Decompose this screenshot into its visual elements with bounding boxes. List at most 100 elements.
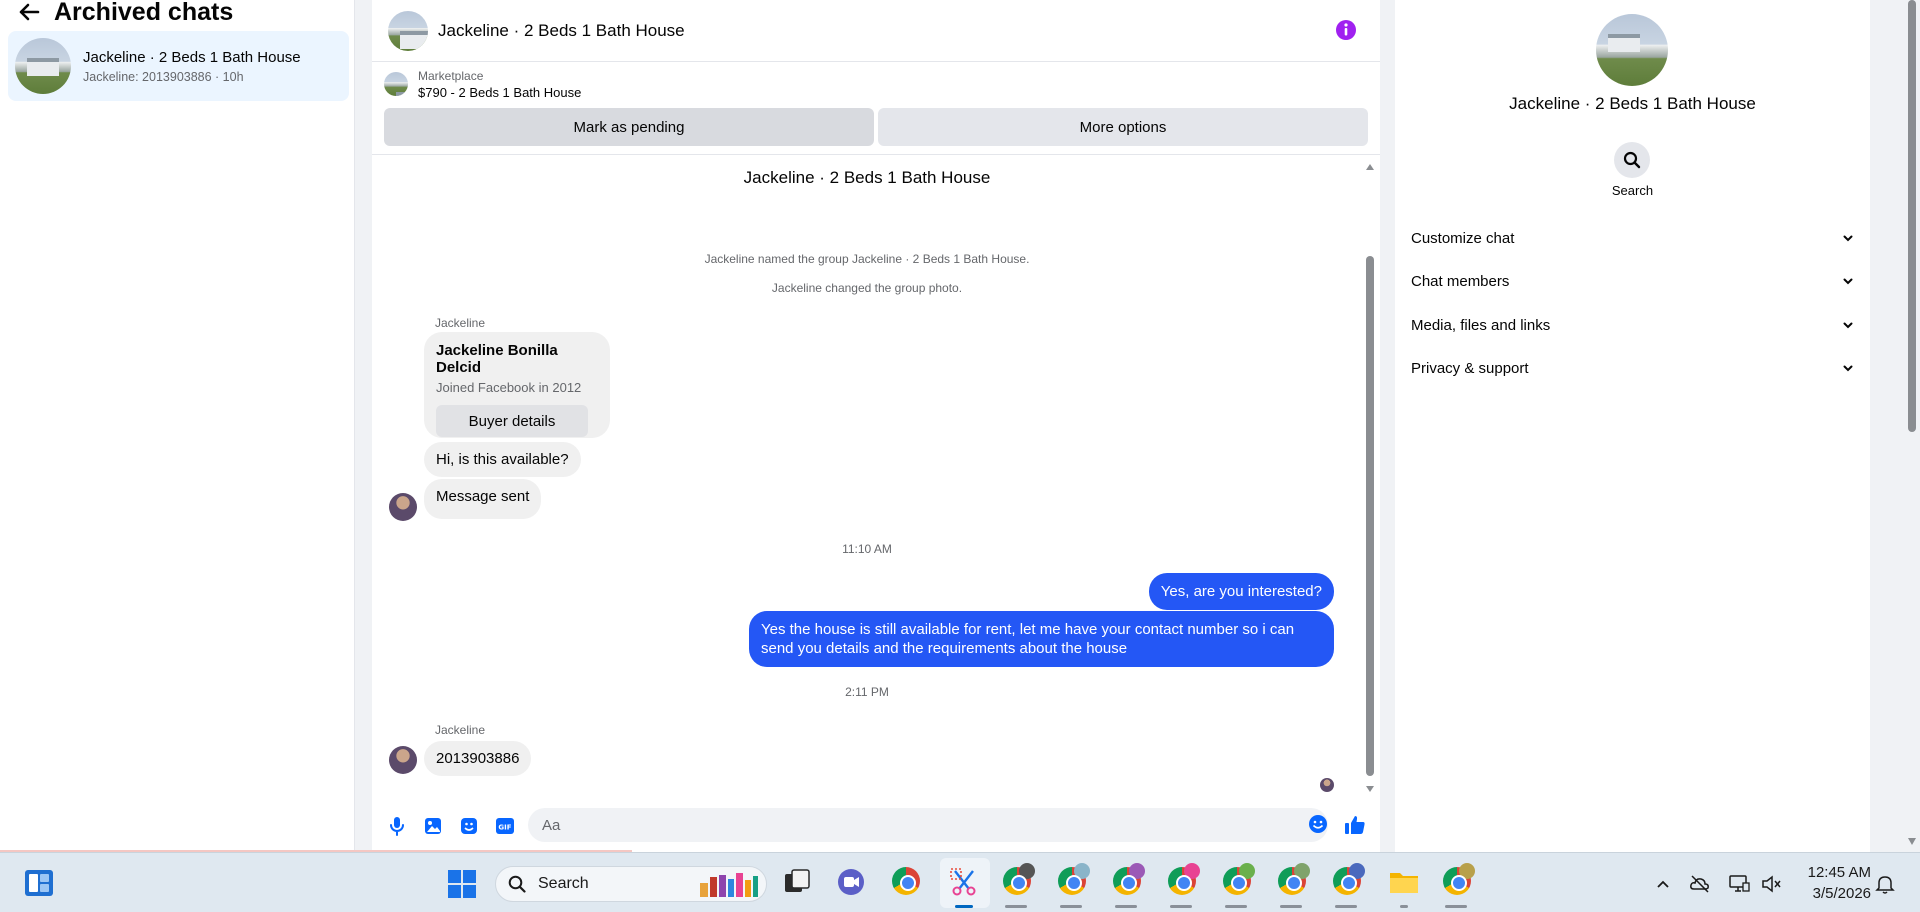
chevron-up-icon[interactable] [1652,873,1674,895]
chrome-profile-icon[interactable] [1058,863,1090,899]
taskbar-clock[interactable]: 12:45 AM 3/5/2026 [1795,862,1871,904]
search-icon [1623,151,1641,169]
chat-item-preview: Jackeline: 2013903886 · 10h [83,69,244,84]
search-icon [508,875,526,893]
taskbar-search-label: Search [538,875,589,892]
running-indicator [1060,905,1082,908]
network-icon[interactable] [1728,873,1750,895]
timestamp: 11:10 AM [842,542,892,556]
conversation-title[interactable]: Jackeline · 2 Beds 1 Bath House [438,21,685,41]
listing-title: $790 - 2 Beds 1 Bath House [418,84,582,100]
running-indicator [1280,905,1302,908]
chrome-profile-icon[interactable] [1168,863,1200,899]
page-scroll-thumb[interactable] [1908,0,1916,432]
archived-header: Archived chats [0,0,354,26]
read-receipt-avatar [1320,778,1334,792]
running-indicator [1400,905,1408,908]
gif-icon[interactable]: GIF [494,815,516,837]
system-message: Jackeline named the group Jackeline · 2 … [704,252,1030,266]
section-privacy-support[interactable]: Privacy & support [1411,348,1855,388]
scroll-thumb[interactable] [1366,256,1374,776]
file-explorer-icon[interactable] [1388,867,1420,899]
system-message: Jackeline changed the group photo. [771,281,963,295]
search-in-conversation-button[interactable] [1614,142,1650,178]
message-bubble-outgoing[interactable]: Yes the house is still available for ren… [749,611,1334,667]
more-options-button[interactable]: More options [878,108,1368,146]
section-label: Privacy & support [1411,359,1529,377]
chrome-icon[interactable] [892,867,924,899]
emoji-icon[interactable] [1308,814,1330,836]
message-composer: GIF [372,806,1380,846]
message-bubble-outgoing[interactable]: Yes, are you interested? [1148,573,1334,610]
message-bubble-incoming[interactable]: Message sent [424,479,542,519]
windows-start-icon[interactable] [447,869,477,899]
conversation-panel: Jackeline · 2 Beds 1 Bath House Marketpl… [372,0,1380,852]
page-scrollbar[interactable] [1904,0,1920,852]
notification-bell-icon[interactable] [1874,873,1896,895]
chat-profile-avatar [1596,14,1668,86]
section-label: Media, files and links [1411,316,1551,334]
chrome-profile-icon[interactable] [1003,863,1035,899]
photo-icon[interactable] [422,815,444,837]
message-bubble-incoming[interactable]: Hi, is this available? [424,442,581,477]
cloud-offline-icon[interactable] [1689,873,1711,895]
sender-avatar[interactable] [389,746,417,774]
chevron-down-icon [1843,322,1853,329]
snipping-tool-icon[interactable] [949,867,981,899]
running-indicator [1115,905,1137,908]
sticker-icon[interactable] [458,815,480,837]
message-input[interactable] [528,808,1328,842]
info-icon[interactable] [1335,19,1357,41]
thread-title: Jackeline · 2 Beds 1 Bath House [743,168,991,187]
back-arrow-icon[interactable] [18,0,44,24]
chrome-profile-icon[interactable] [1333,863,1365,899]
chevron-down-icon [1843,278,1853,285]
running-indicator [1225,905,1247,908]
listing-thumbnail [384,72,408,96]
windows-taskbar: Search 12:45 AM 3/5/2026 [0,852,1920,912]
sender-name: Jackeline [435,316,486,330]
section-media-files-links[interactable]: Media, files and links [1411,305,1855,345]
thumbs-up-icon[interactable] [1344,814,1368,838]
section-chat-members[interactable]: Chat members [1411,261,1855,301]
marketplace-listing[interactable]: Marketplace $790 - 2 Beds 1 Bath House [372,62,1380,106]
books-illustration-icon [700,873,758,897]
clock-date: 3/5/2026 [1812,885,1871,902]
chat-list-item[interactable]: Jackeline · 2 Beds 1 Bath House Jackelin… [8,31,349,101]
active-indicator [955,905,973,908]
section-customize-chat[interactable]: Customize chat [1411,218,1855,258]
chrome-profile-icon[interactable] [1223,863,1255,899]
archived-title: Archived chats [54,0,234,26]
message-scrollbar[interactable] [1364,160,1376,792]
running-indicator [1335,905,1357,908]
page-scroll-down-arrow[interactable] [1908,838,1916,845]
chrome-profile-icon[interactable] [1443,863,1475,899]
search-label: Search [1611,183,1654,198]
timestamp: 2:11 PM [845,685,889,699]
widgets-icon[interactable] [24,869,54,897]
volume-muted-icon[interactable] [1760,873,1782,895]
buyer-joined: Joined Facebook in 2012 [436,380,582,395]
mark-as-pending-button[interactable]: Mark as pending [384,108,874,146]
buyer-details-button[interactable]: Buyer details [436,405,588,437]
conversation-avatar[interactable] [388,10,428,51]
chrome-profile-icon[interactable] [1278,863,1310,899]
scroll-down-arrow[interactable] [1366,786,1374,792]
sender-avatar[interactable] [389,493,417,521]
svg-text:GIF: GIF [498,824,511,832]
running-indicator [1005,905,1027,908]
chat-info-panel: Jackeline · 2 Beds 1 Bath House Search C… [1395,0,1870,852]
video-meeting-icon[interactable] [836,867,868,899]
section-label: Customize chat [1411,229,1515,247]
taskbar-search-box[interactable]: Search [495,866,767,902]
chat-item-name: Jackeline · 2 Beds 1 Bath House [83,48,301,66]
listing-actions: Mark as pending More options [372,108,1380,146]
scroll-up-arrow[interactable] [1366,164,1374,170]
microphone-icon[interactable] [386,815,408,837]
chrome-profile-icon[interactable] [1113,863,1145,899]
sender-name: Jackeline [435,723,486,737]
message-bubble-incoming[interactable]: 2013903886 [424,741,532,776]
chat-profile-name: Jackeline · 2 Beds 1 Bath House [1509,94,1756,113]
message-list: Jackeline · 2 Beds 1 Bath House Jackelin… [372,160,1362,800]
task-view-icon[interactable] [782,867,814,899]
